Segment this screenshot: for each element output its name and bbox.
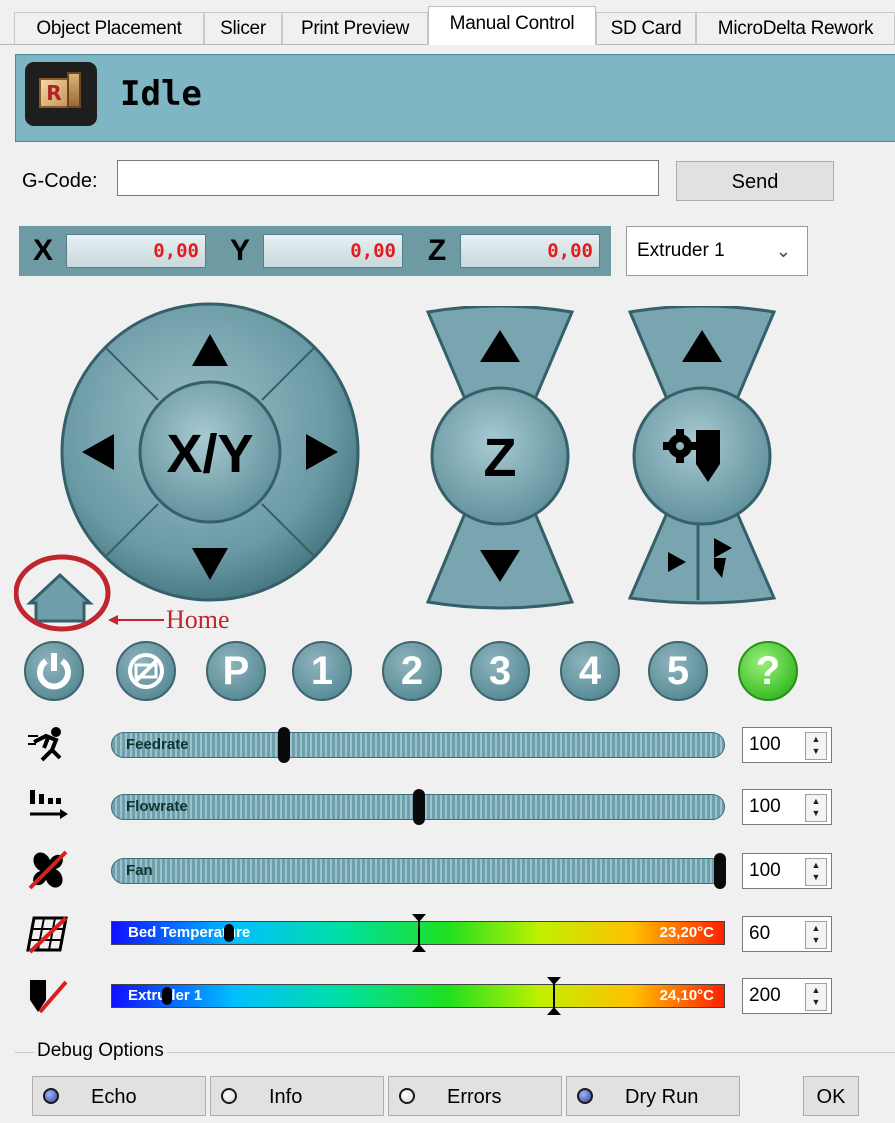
extruder-current-marker (162, 987, 173, 1005)
gcode-label: G-Code: (22, 170, 98, 192)
power-icon (37, 653, 71, 690)
z-position-value: 0,00 (460, 234, 600, 268)
tab-object-placement[interactable]: Object Placement (14, 12, 204, 44)
tab-slicer[interactable]: Slicer (204, 12, 282, 44)
info-toggle[interactable]: Info (210, 1076, 384, 1116)
dry-run-toggle[interactable]: Dry Run (566, 1076, 740, 1116)
feedrate-slider[interactable]: Feedrate (111, 727, 725, 763)
flowrate-spinner[interactable]: 100 ▲ ▼ (742, 789, 832, 825)
home-annotation-label: Home (166, 605, 230, 634)
tab-bar: Object Placement Slicer Print Preview Ma… (0, 0, 895, 45)
help-button[interactable]: ? (738, 641, 798, 701)
bed-target-spinner[interactable]: 60 ▲ ▼ (742, 916, 832, 952)
power-button[interactable] (24, 641, 84, 701)
fan-thumb[interactable] (714, 853, 726, 889)
gcode-input[interactable] (117, 160, 659, 196)
extruder-target-value: 200 (749, 985, 781, 1006)
home-all-button[interactable] (26, 572, 94, 623)
echo-label: Echo (91, 1086, 137, 1108)
ok-button[interactable]: OK (803, 1076, 859, 1116)
spinner-arrows-icon[interactable]: ▲ ▼ (805, 794, 827, 822)
preset-3-button[interactable]: 3 (470, 641, 530, 701)
led-indicator-icon (577, 1088, 593, 1104)
errors-label: Errors (447, 1086, 502, 1108)
feedrate-spinner[interactable]: 100 ▲ ▼ (742, 727, 832, 763)
bed-heater-icon (26, 916, 68, 954)
debug-options-title: Debug Options (34, 1040, 167, 1062)
bed-temperature-slider[interactable]: Bed Temperature 23,20°C (111, 914, 725, 952)
xy-label: X/Y (166, 424, 253, 484)
feedrate-value: 100 (749, 734, 781, 755)
motors-off-icon (128, 653, 164, 689)
preset-5-button[interactable]: 5 (648, 641, 708, 701)
preset-2-button[interactable]: 2 (382, 641, 442, 701)
y-axis-label: Y (229, 234, 250, 267)
fan-spinner[interactable]: 100 ▲ ▼ (742, 853, 832, 889)
fan-icon (28, 850, 68, 890)
preset-4-button[interactable]: 4 (560, 641, 620, 701)
extruder-current-temperature: 24,10°C (659, 987, 714, 1004)
led-indicator-icon (399, 1088, 415, 1104)
tab-print-preview[interactable]: Print Preview (282, 12, 428, 44)
z-label: Z (484, 428, 517, 488)
bed-current-temperature: 23,20°C (659, 924, 714, 941)
errors-toggle[interactable]: Errors (388, 1076, 562, 1116)
fan-slider[interactable]: Fan (111, 853, 726, 889)
spinner-arrows-icon[interactable]: ▲ ▼ (805, 983, 827, 1011)
bed-current-marker (223, 924, 234, 942)
x-position-value: 0,00 (66, 234, 206, 268)
fan-value: 100 (749, 860, 781, 881)
feedrate-icon (28, 727, 62, 762)
echo-toggle[interactable]: Echo (32, 1076, 206, 1116)
feedrate-thumb[interactable] (277, 727, 290, 763)
extruder-jog-control (627, 306, 777, 605)
chevron-down-icon: ⌄ (775, 241, 791, 261)
led-indicator-icon (43, 1088, 59, 1104)
bed-target-marker[interactable] (412, 914, 426, 952)
spinner-arrows-icon[interactable]: ▲ ▼ (805, 732, 827, 760)
bed-target-value: 60 (749, 923, 771, 944)
dry-run-label: Dry Run (625, 1086, 699, 1108)
send-button[interactable]: Send (676, 161, 834, 201)
app-logo: R (25, 62, 97, 126)
preset-1-button[interactable]: 1 (292, 641, 352, 701)
extruder-heater-icon (30, 980, 68, 1014)
led-indicator-icon (221, 1088, 237, 1104)
info-label: Info (269, 1086, 303, 1108)
flowrate-icon (30, 790, 68, 819)
spinner-arrows-icon[interactable]: ▲ ▼ (805, 858, 827, 886)
x-axis-label: X (32, 234, 53, 267)
logo-cube: R (39, 78, 69, 108)
extruder-select[interactable]: Extruder 1 ⌄ (626, 226, 808, 276)
flowrate-label: Flowrate (126, 798, 188, 815)
extruder-target-marker[interactable] (547, 977, 562, 1015)
flowrate-thumb[interactable] (413, 789, 425, 825)
extruder-select-value: Extruder 1 (637, 240, 725, 261)
z-axis-label: Z (427, 234, 447, 267)
park-button[interactable]: P (206, 641, 266, 701)
extruder-temperature-slider[interactable]: Extruder 1 24,10°C (111, 977, 725, 1015)
fan-label: Fan (126, 862, 153, 879)
status-text: Idle (120, 74, 202, 114)
flowrate-slider[interactable]: Flowrate (111, 789, 725, 825)
tab-microdelta-rework[interactable]: MicroDelta Rework (696, 12, 895, 44)
y-position-value: 0,00 (263, 234, 403, 268)
extruder-target-spinner[interactable]: 200 ▲ ▼ (742, 978, 832, 1014)
flowrate-value: 100 (749, 796, 781, 817)
tab-sd-card[interactable]: SD Card (596, 12, 696, 44)
tab-manual-control[interactable]: Manual Control (428, 6, 596, 45)
feedrate-label: Feedrate (126, 736, 189, 753)
motors-off-button[interactable] (116, 641, 176, 701)
z-jog-control: Z (425, 306, 575, 610)
spinner-arrows-icon[interactable]: ▲ ▼ (805, 921, 827, 949)
